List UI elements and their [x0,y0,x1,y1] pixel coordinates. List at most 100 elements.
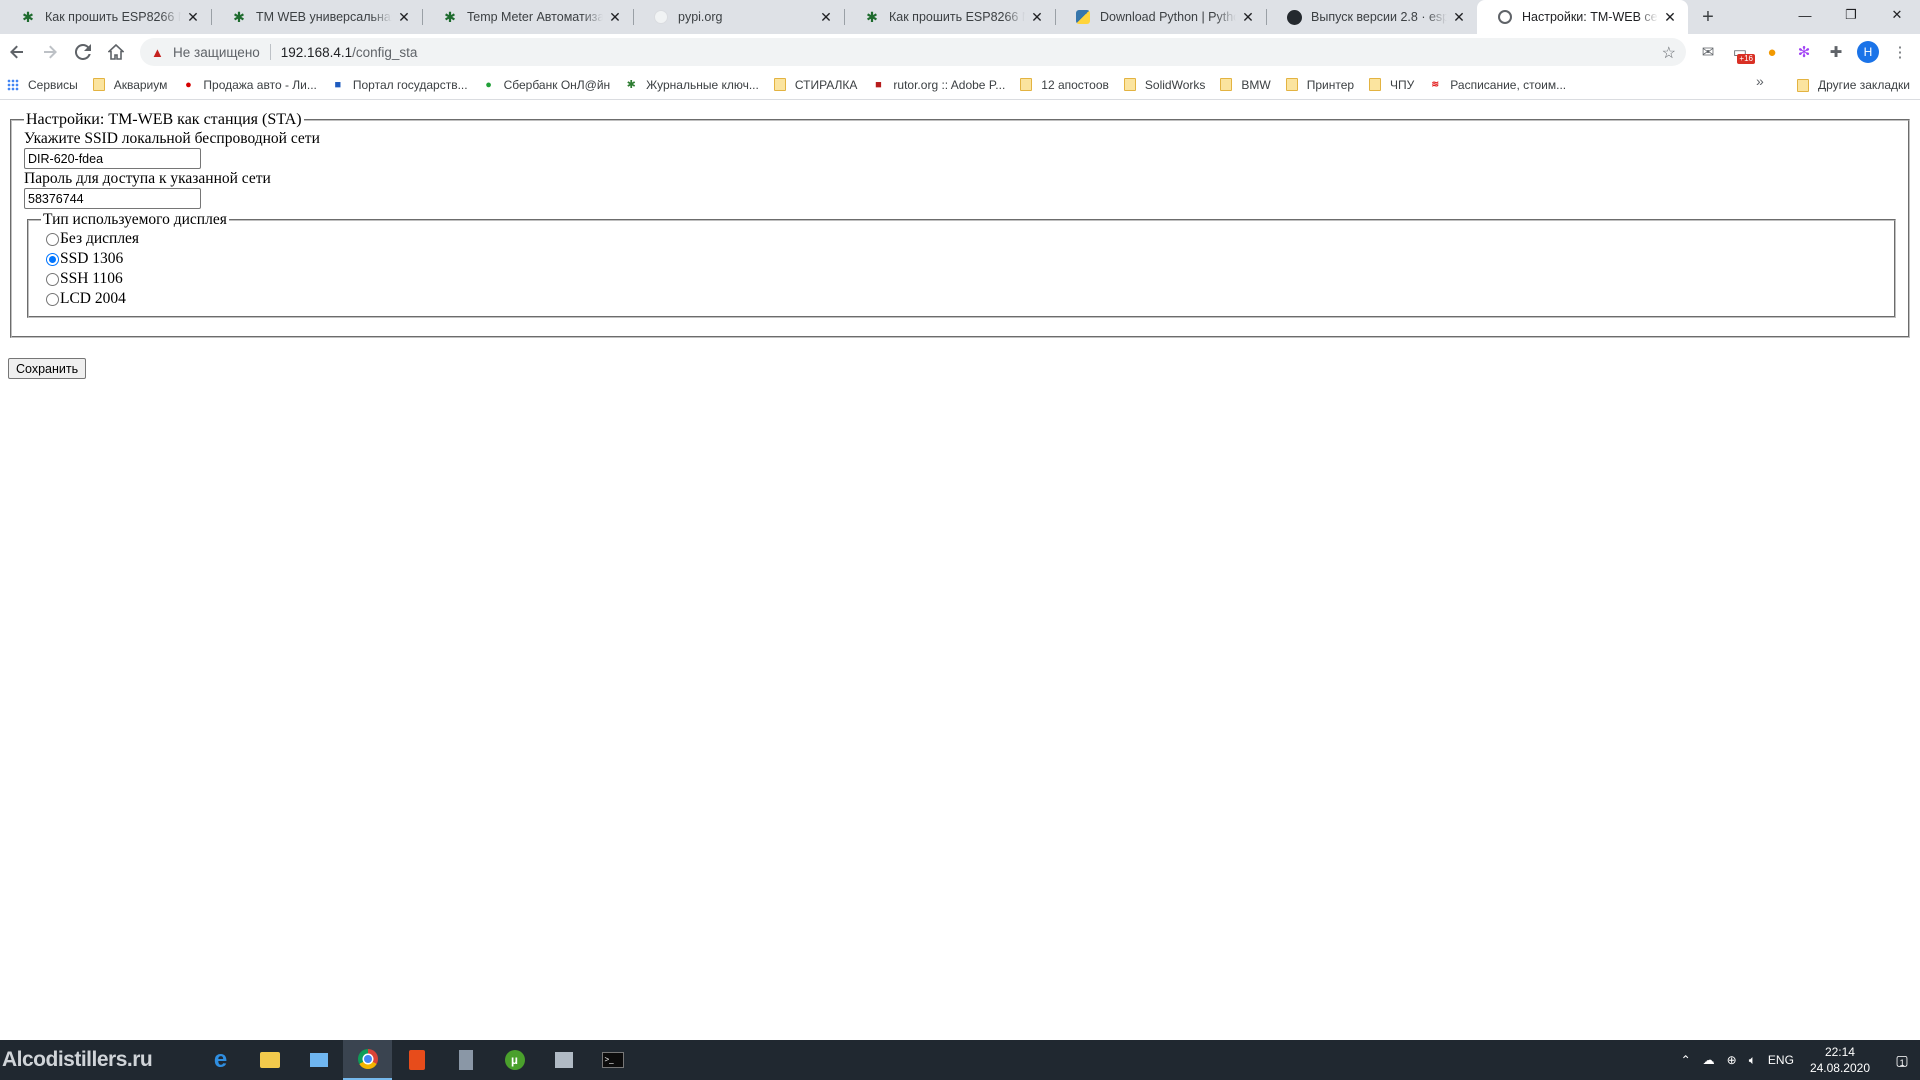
display-option-label[interactable]: SSH 1106 [60,270,123,288]
bookmark-item[interactable]: ● Сбербанк ОнЛ@йн [476,73,619,97]
calculator-icon [458,1050,473,1070]
radio-button[interactable] [46,292,59,306]
bookmark-label: 12 апостоов [1041,77,1109,92]
close-icon[interactable]: ✕ [185,9,201,26]
notifier-extension[interactable]: ▭ +16 [1724,36,1756,68]
tab-title: Как прошить ESP8266 NodeMCU [889,10,1025,24]
forward-button[interactable] [34,36,66,68]
bookmark-item[interactable]: ■ Портал государств... [325,73,476,97]
display-option-label[interactable]: SSD 1306 [60,250,123,268]
apps-icon [6,78,20,92]
display-option[interactable]: Без дисплея [41,229,1882,249]
browser-tab[interactable]: pypi.org ✕ [633,0,844,34]
folder-icon [1123,78,1137,92]
close-icon[interactable]: ✕ [1451,9,1467,26]
display-option[interactable]: SSD 1306 [41,249,1882,269]
browser-tab[interactable]: ✱ Как прошить ESP8266 NodeMCU ✕ [0,0,211,34]
url-path: /config_sta [352,44,418,60]
gmail-extension[interactable]: ✉ [1692,36,1724,68]
folder-icon [773,78,787,92]
bookmark-star-icon[interactable]: ☆ [1662,43,1676,63]
close-icon[interactable]: ✕ [1240,9,1256,26]
extensions-button[interactable]: ✚ [1820,36,1852,68]
bookmark-folder[interactable]: 12 апостоов [1013,73,1117,97]
bookmark-label: Журнальные ключ... [646,77,759,92]
folder-icon [259,1052,280,1068]
close-icon[interactable]: ✕ [607,9,623,26]
browser-tab[interactable]: ✱ TM WEB универсальная WiFi ✕ [211,0,422,34]
clock[interactable]: 22:14 24.08.2020 [1800,1044,1880,1076]
radio-button[interactable] [46,272,59,286]
other-bookmarks-folder[interactable]: Другие закладки [1790,73,1918,97]
ssid-input[interactable] [24,148,201,169]
display-option-label[interactable]: LCD 2004 [60,290,126,308]
taskbar-office[interactable] [392,1040,441,1080]
bookmark-folder[interactable]: ЧПУ [1362,73,1422,97]
bookmark-item[interactable]: Сервисы [0,73,86,97]
back-button[interactable] [1,36,33,68]
home-icon [108,44,124,60]
close-window-button[interactable]: ✕ [1874,0,1920,30]
security-status[interactable]: Не защищено [173,45,260,60]
browser-tab[interactable]: ✱ Temp Meter Автоматизация ✕ [422,0,633,34]
bookmark-label: СТИРАЛКА [794,77,858,92]
network-globe-icon[interactable]: ⊕ [1721,1053,1743,1067]
language-indicator[interactable]: ENG [1762,1053,1800,1067]
display-option[interactable]: SSH 1106 [41,269,1882,289]
avatar: H [1857,41,1879,63]
bookmark-item[interactable]: ✱ Журнальные ключ... [618,73,767,97]
globe-icon [1497,9,1513,25]
save-button[interactable]: Сохранить [8,358,87,379]
taskbar-explorer[interactable] [245,1040,294,1080]
reload-button[interactable] [67,36,99,68]
speaker-icon[interactable]: 🔈︎ [1743,1053,1762,1068]
home-button[interactable] [100,36,132,68]
bookmark-folder[interactable]: СТИРАЛКА [767,73,866,97]
taskbar-edge[interactable]: e [196,1040,245,1080]
bookmarks-overflow-button[interactable]: » [1756,73,1764,89]
menu-button[interactable]: ⋮ [1884,36,1916,68]
notifications-button[interactable]: ▢ 1 [1880,1040,1920,1080]
minimize-button[interactable]: — [1782,0,1828,30]
bookmark-folder[interactable]: Принтер [1279,73,1362,97]
radio-button[interactable] [46,232,59,246]
close-icon[interactable]: ✕ [818,9,834,26]
bookmark-item[interactable]: ● Продажа авто - Ли... [175,73,324,97]
color-extension[interactable]: ✻ [1788,36,1820,68]
edge-icon: e [213,1046,228,1073]
taskbar-utorrent[interactable]: µ [490,1040,539,1080]
bookmark-item[interactable]: ■ rutor.org :: Adobe P... [865,73,1013,97]
taskbar-terminal[interactable]: >_ [588,1040,637,1080]
bookmark-item[interactable]: ≋ Расписание, стоим... [1422,73,1574,97]
taskbar-app[interactable] [539,1040,588,1080]
restore-button[interactable]: ❐ [1828,0,1874,30]
browser-tab[interactable]: ✱ Как прошить ESP8266 NodeMCU ✕ [844,0,1055,34]
chat-extension[interactable]: ● [1756,36,1788,68]
bookmark-folder[interactable]: Аквариум [86,73,176,97]
browser-tab-active[interactable]: Настройки: TM-WEB сервер ✕ [1477,0,1688,34]
notification-count: 1 [1899,1058,1905,1068]
taskbar-chrome[interactable] [343,1040,392,1080]
address-bar[interactable]: ▲ Не защищено 192.168.4.1/config_sta ☆ [140,38,1686,66]
chevron-up-icon[interactable]: ⌃ [1675,1053,1697,1067]
browser-tab[interactable]: Download Python | Python.org ✕ [1055,0,1266,34]
warning-icon[interactable]: ▲ [151,45,165,60]
display-option-label[interactable]: Без дисплея [60,230,139,248]
cloud-icon[interactable]: ☁ [1697,1053,1721,1067]
taskbar-calculator[interactable] [441,1040,490,1080]
bookmark-folder[interactable]: SolidWorks [1117,73,1213,97]
close-icon[interactable]: ✕ [1662,9,1678,26]
browser-tab[interactable]: Выпуск версии 2.8 · espressif ✕ [1266,0,1477,34]
close-icon[interactable]: ✕ [1029,9,1045,26]
taskbar-mail[interactable] [294,1040,343,1080]
bookmark-folder[interactable]: BMW [1213,73,1278,97]
password-input[interactable] [24,188,201,209]
radio-button-checked[interactable] [46,252,59,266]
close-icon[interactable]: ✕ [396,9,412,26]
site-favicon-icon: ✱ [626,79,636,91]
display-option[interactable]: LCD 2004 [41,289,1882,309]
blank-page-icon [653,9,669,25]
profile-button[interactable]: H [1852,36,1884,68]
new-tab-button[interactable]: + [1694,3,1722,31]
bookmark-label: rutor.org :: Adobe P... [893,77,1006,92]
